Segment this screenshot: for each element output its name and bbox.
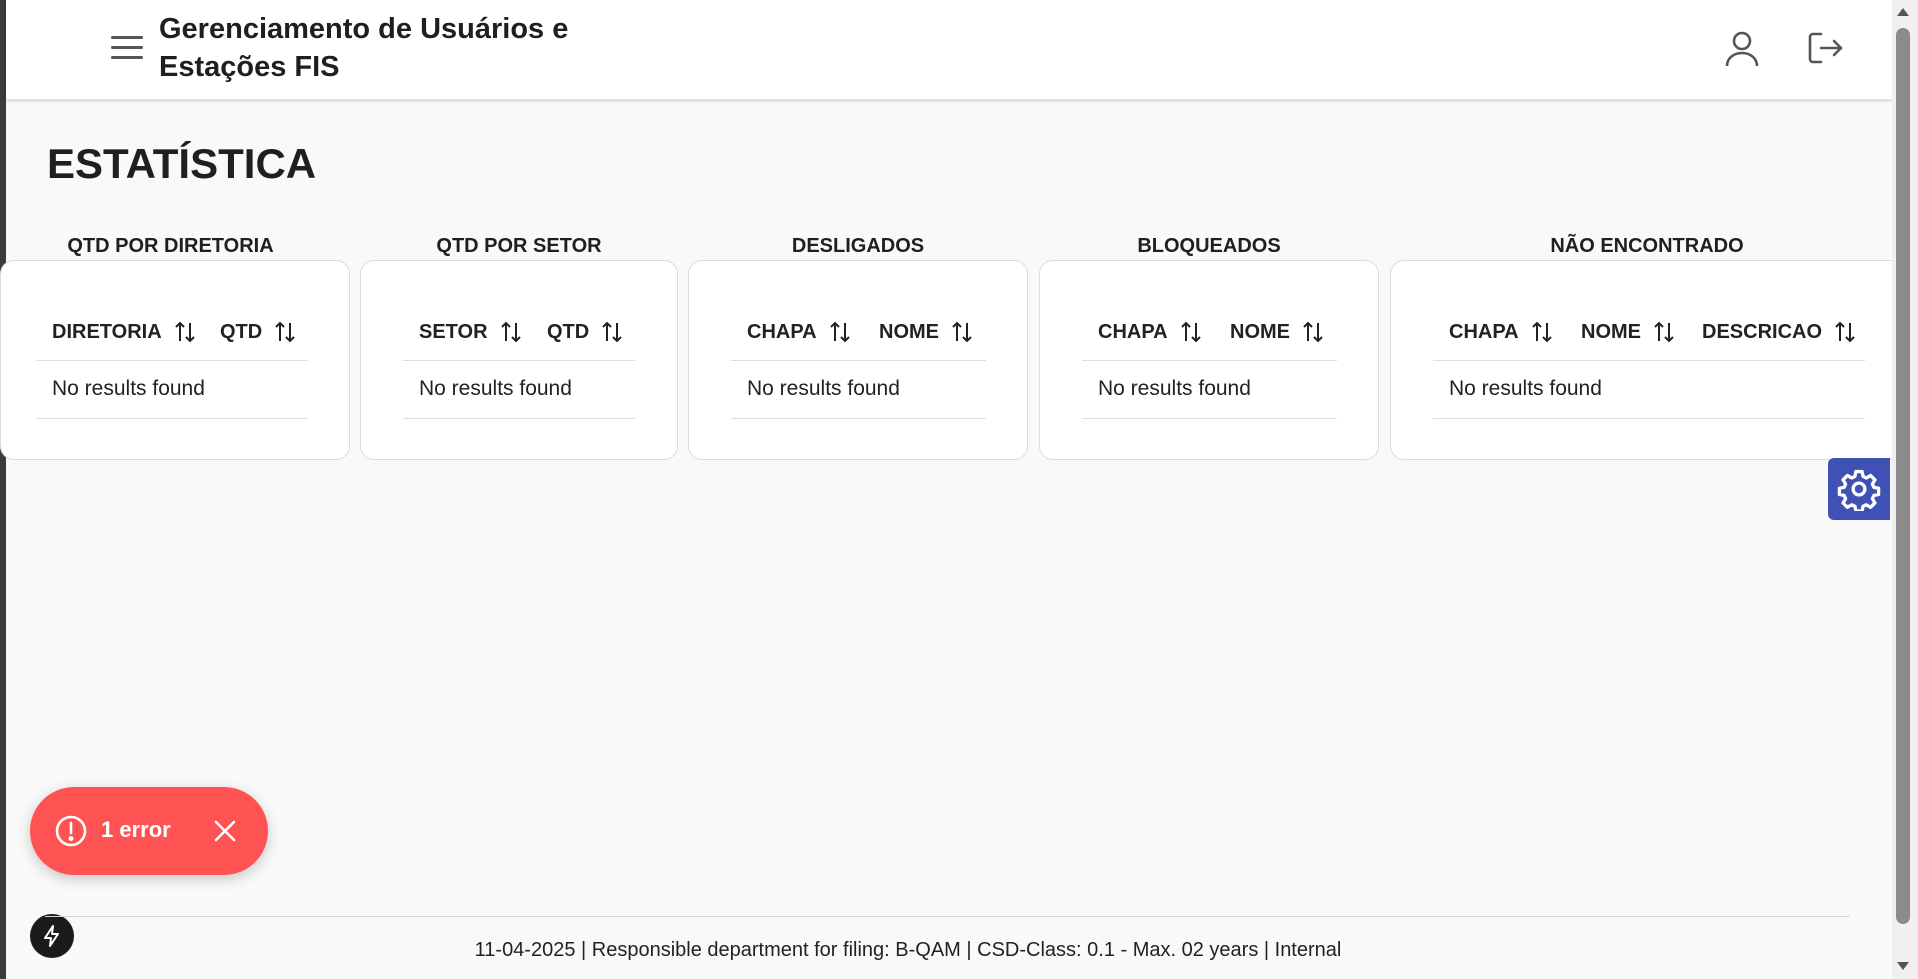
- sort-icon[interactable]: [500, 320, 522, 344]
- column-label: DESCRICAO: [1702, 320, 1823, 343]
- panel-title-bloqueados: BLOQUEADOS: [1137, 235, 1281, 257]
- panel-qtd-por-setor: SETOR QTD No results found: [360, 260, 678, 460]
- empty-message: No results found: [52, 377, 205, 400]
- empty-message: No results found: [1098, 377, 1251, 400]
- column-header-chapa[interactable]: CHAPA: [1449, 320, 1553, 344]
- sort-icon[interactable]: [274, 320, 296, 344]
- sort-icon[interactable]: [1302, 320, 1324, 344]
- column-header-qtd[interactable]: QTD: [220, 320, 296, 344]
- column-header-chapa[interactable]: CHAPA: [1098, 320, 1202, 344]
- column-header-diretoria[interactable]: DIRETORIA: [52, 320, 196, 344]
- column-header-nome[interactable]: NOME: [1581, 320, 1675, 344]
- column-label: NOME: [879, 320, 939, 343]
- panel-title-nao-encontrado: NÃO ENCONTRADO: [1550, 235, 1744, 257]
- column-label: NOME: [1230, 320, 1290, 343]
- divider: [1433, 418, 1865, 419]
- column-label: QTD: [220, 320, 263, 343]
- divider: [731, 418, 986, 419]
- column-header-descricao[interactable]: DESCRICAO: [1702, 320, 1856, 344]
- divider: [403, 418, 635, 419]
- sort-icon[interactable]: [951, 320, 973, 344]
- column-header-qtd[interactable]: QTD: [547, 320, 623, 344]
- empty-message: No results found: [1449, 377, 1602, 400]
- divider: [1082, 418, 1337, 419]
- dev-tools-button[interactable]: [30, 914, 74, 958]
- scrollbar-thumb[interactable]: [1896, 28, 1910, 924]
- bolt-icon: [44, 925, 59, 947]
- sort-icon[interactable]: [174, 320, 196, 344]
- column-label: NOME: [1581, 320, 1641, 343]
- footer-text: 11-04-2025 | Responsible department for …: [474, 939, 1342, 961]
- divider: [36, 360, 308, 361]
- column-header-setor[interactable]: SETOR: [419, 320, 522, 344]
- app-title: Gerenciamento de Usuários e Estações FIS: [159, 13, 569, 83]
- column-label: DIRETORIA: [52, 320, 162, 343]
- sort-icon[interactable]: [601, 320, 623, 344]
- column-label: SETOR: [419, 320, 488, 343]
- column-header-chapa[interactable]: CHAPA: [747, 320, 851, 344]
- panel-desligados: CHAPA NOME No results found: [688, 260, 1028, 460]
- panel-qtd-por-diretoria: DIRETORIA QTD No results found: [0, 260, 350, 460]
- panel-bloqueados: CHAPA NOME No results found: [1039, 260, 1379, 460]
- panel-title-desligados: DESLIGADOS: [791, 235, 925, 257]
- page-title: ESTATÍSTICA: [47, 140, 317, 187]
- sort-icon[interactable]: [1180, 320, 1202, 344]
- error-count-label: 1 error: [101, 817, 171, 842]
- column-label: CHAPA: [1449, 320, 1519, 343]
- column-header-nome[interactable]: NOME: [879, 320, 973, 344]
- footer-divider: [45, 916, 1850, 917]
- column-label: CHAPA: [747, 320, 817, 343]
- sort-icon[interactable]: [829, 320, 851, 344]
- close-icon[interactable]: [211, 817, 239, 845]
- divider: [403, 360, 635, 361]
- divider: [36, 418, 308, 419]
- column-label: CHAPA: [1098, 320, 1168, 343]
- gear-icon: [1837, 469, 1881, 511]
- error-toast[interactable]: 1 error: [30, 787, 268, 875]
- user-icon[interactable]: [1718, 24, 1766, 72]
- sort-icon[interactable]: [1653, 320, 1675, 344]
- divider: [1082, 360, 1337, 361]
- panel-title-diretoria: QTD POR DIRETORIA: [67, 235, 274, 257]
- alert-icon: [55, 815, 87, 847]
- sort-icon[interactable]: [1834, 320, 1856, 344]
- divider: [1433, 360, 1865, 361]
- panel-title-setor: QTD POR SETOR: [436, 235, 602, 257]
- scroll-down-arrow[interactable]: [1897, 962, 1909, 970]
- empty-message: No results found: [419, 377, 572, 400]
- settings-button[interactable]: [1828, 458, 1890, 520]
- divider: [731, 360, 986, 361]
- panel-nao-encontrado: CHAPA NOME DESCRICAO No results found: [1390, 260, 1892, 460]
- top-app-bar: Gerenciamento de Usuários e Estações FIS: [6, 0, 1892, 100]
- column-label: QTD: [547, 320, 590, 343]
- menu-icon[interactable]: [104, 28, 152, 68]
- sort-icon[interactable]: [1531, 320, 1553, 344]
- scroll-up-arrow[interactable]: [1897, 8, 1909, 16]
- column-header-nome[interactable]: NOME: [1230, 320, 1324, 344]
- window-left-border: [0, 0, 6, 979]
- logout-icon[interactable]: [1801, 24, 1849, 72]
- empty-message: No results found: [747, 377, 900, 400]
